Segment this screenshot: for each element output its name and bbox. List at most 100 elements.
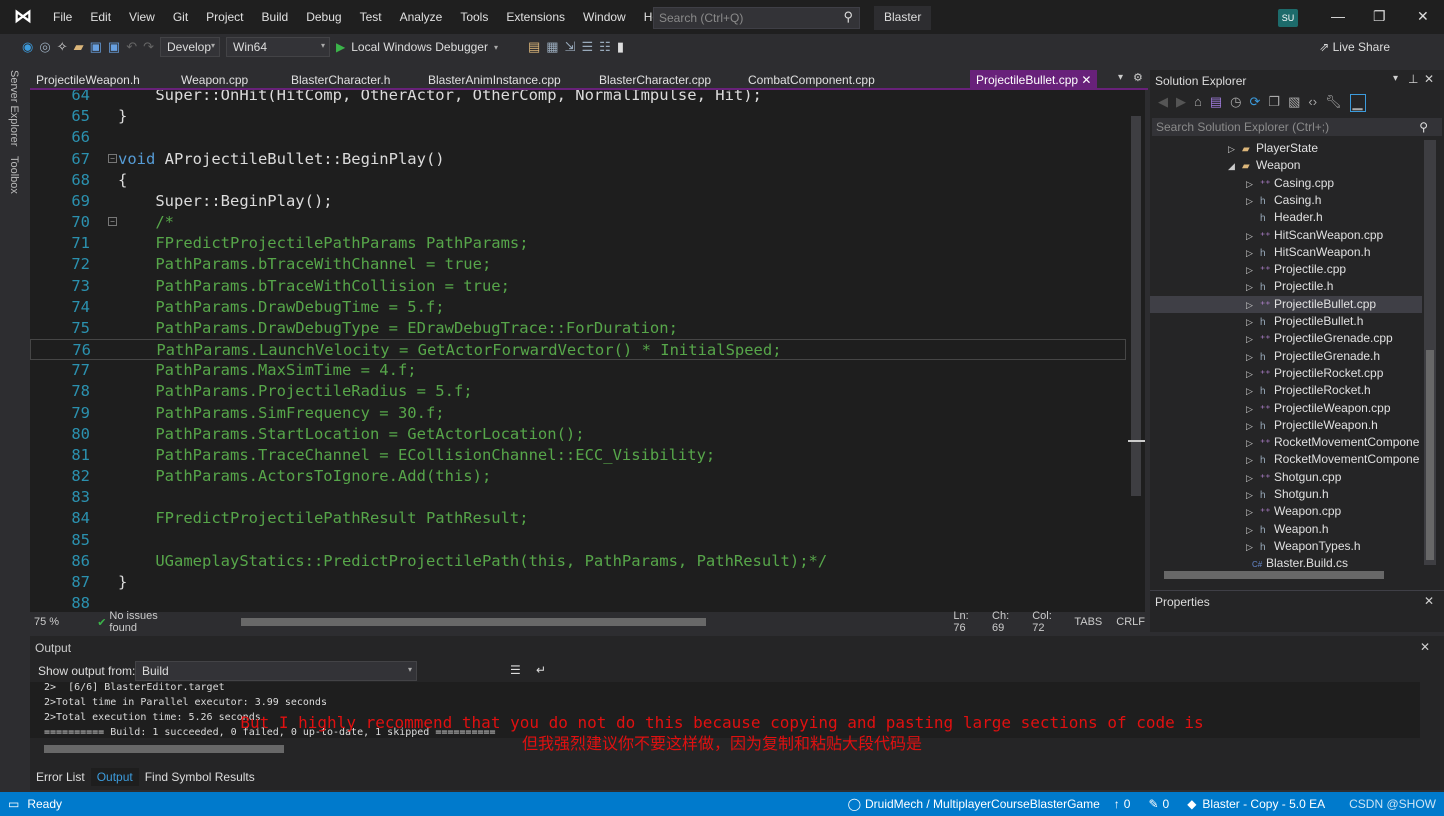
editor-horizontal-scrollbar[interactable] — [233, 617, 725, 627]
collapsed-icon[interactable]: ▷ — [1246, 452, 1260, 469]
server-explorer-tab[interactable]: Server Explorer — [8, 70, 20, 146]
tree-horizontal-scrollbar[interactable] — [1154, 570, 1420, 580]
code-line[interactable]: 66 — [30, 127, 1126, 148]
expanded-icon[interactable]: ◢ — [1228, 158, 1242, 175]
collapsed-icon[interactable]: ▷ — [1246, 349, 1260, 366]
tab-combatcomponent-cpp[interactable]: CombatComponent.cpp — [742, 70, 881, 90]
properties-wrench-icon[interactable]: 🔧︎ — [1325, 94, 1342, 112]
collapsed-icon[interactable]: ▷ — [1246, 279, 1260, 296]
code-line[interactable]: 87} — [30, 572, 1126, 593]
restore-icon[interactable]: ❐ — [1373, 8, 1386, 25]
tree-item[interactable]: ▷ ⁺⁺ Casing.cpp — [1246, 175, 1334, 192]
code-line[interactable]: 85 — [30, 530, 1126, 551]
chevron-down-icon[interactable]: ▾ — [494, 43, 498, 52]
tree-item[interactable]: ▷ h Shotgun.h — [1246, 486, 1329, 503]
code-line[interactable]: 74 PathParams.DrawDebugTime = 5.f; — [30, 297, 1126, 318]
tree-item[interactable]: ▷ ⁺⁺ Shotgun.cpp — [1246, 469, 1341, 486]
save-all-icon[interactable]: ▣ — [108, 39, 120, 55]
collapse-region-icon[interactable]: − — [108, 217, 117, 227]
code-line[interactable]: 69 Super::BeginPlay(); — [30, 191, 1126, 212]
save-icon[interactable]: ▣ — [90, 39, 102, 55]
issues-status[interactable]: No issues found — [109, 610, 173, 634]
close-icon[interactable]: ✕ — [1420, 640, 1430, 654]
pending-changes-icon[interactable]: ◷ — [1230, 94, 1241, 112]
forward-icon[interactable]: ▶ — [1176, 94, 1186, 112]
code-line[interactable]: 67 − void AProjectileBullet::BeginPlay() — [30, 149, 1126, 170]
tree-item[interactable]: ▷ h Weapon.h — [1246, 521, 1329, 538]
pin-icon[interactable]: ⊥ — [1408, 72, 1418, 86]
tab-find-symbol-results[interactable]: Find Symbol Results — [139, 768, 261, 786]
preview-icon[interactable]: ▁ — [1349, 94, 1366, 112]
code-line[interactable]: 65} — [30, 106, 1126, 127]
search-box[interactable]: Search (Ctrl+Q) ⚲ — [653, 7, 860, 29]
clear-all-icon[interactable]: ☰ — [510, 663, 521, 677]
platform-dropdown[interactable]: Win64 ▾ — [226, 37, 330, 57]
tab-projectilebullet-cpp[interactable]: ProjectileBullet.cpp ✕ — [970, 70, 1098, 90]
menu-edit[interactable]: Edit — [81, 10, 120, 24]
tree-item[interactable]: ▷ ⁺⁺ Projectile.cpp — [1246, 261, 1346, 278]
indent-mode[interactable]: TABS — [1074, 616, 1102, 628]
menu-build[interactable]: Build — [253, 10, 298, 24]
menu-git[interactable]: Git — [164, 10, 197, 24]
minimize-icon[interactable]: — — [1331, 8, 1345, 24]
code-line[interactable]: 84 FPredictProjectilePathResult PathResu… — [30, 508, 1126, 529]
collapsed-icon[interactable]: ▷ — [1246, 435, 1260, 452]
tab-output[interactable]: Output — [90, 768, 139, 786]
bookmark-icon[interactable]: ▮ — [617, 39, 624, 55]
step-icon[interactable]: ⇲ — [565, 39, 576, 55]
collapsed-icon[interactable]: ▷ — [1246, 331, 1260, 348]
tree-item[interactable]: ▷ h ProjectileBullet.h — [1246, 313, 1363, 330]
redo-icon[interactable]: ↷ — [143, 39, 154, 55]
code-line[interactable]: 86 UGameplayStatics::PredictProjectilePa… — [30, 551, 1126, 572]
code-line[interactable]: 77 PathParams.MaxSimTime = 4.f; — [30, 360, 1126, 381]
tree-item[interactable]: ▷ ⁺⁺ RocketMovementCompone — [1246, 434, 1419, 451]
close-icon[interactable]: ✕ — [1424, 594, 1434, 608]
tree-item[interactable]: ▷ ⁺⁺ ProjectileGrenade.cpp — [1246, 330, 1393, 347]
close-icon[interactable]: ✕ — [1078, 73, 1091, 87]
comment-icon[interactable]: ☰ — [582, 39, 594, 55]
branch-project[interactable]: Blaster - Copy - 5.0 EA — [1202, 797, 1325, 811]
tree-item[interactable]: ▷ h HitScanWeapon.h — [1246, 244, 1371, 261]
collapsed-icon[interactable]: ▷ — [1246, 401, 1260, 418]
changes-count[interactable]: 0 — [1163, 797, 1170, 811]
show-all-files-icon[interactable]: ▧ — [1288, 94, 1300, 112]
tree-item[interactable]: ▷ ▰ PlayerState — [1228, 140, 1318, 157]
tab-projectileweapon-h[interactable]: ProjectileWeapon.h — [30, 70, 146, 90]
menu-extensions[interactable]: Extensions — [497, 10, 574, 24]
toolbox-tab[interactable]: Toolbox — [8, 156, 20, 194]
settings-icon[interactable]: ⚙ — [1133, 71, 1143, 84]
code-line[interactable]: 82 PathParams.ActorsToIgnore.Add(this); — [30, 466, 1126, 487]
menu-test[interactable]: Test — [351, 10, 391, 24]
collapsed-icon[interactable]: ▷ — [1246, 262, 1260, 279]
tree-item[interactable]: ◢ ▰ Weapon — [1228, 157, 1300, 174]
tab-error-list[interactable]: Error List — [30, 768, 91, 786]
collapsed-icon[interactable]: ▷ — [1246, 383, 1260, 400]
code-line[interactable]: 72 PathParams.bTraceWithChannel = true; — [30, 254, 1126, 275]
tree-item[interactable]: ▷ h RocketMovementCompone — [1246, 451, 1419, 468]
collapsed-icon[interactable]: ▷ — [1246, 418, 1260, 435]
collapsed-icon[interactable]: ▷ — [1246, 504, 1260, 521]
menu-view[interactable]: View — [120, 10, 164, 24]
back-icon[interactable]: ◀ — [1158, 94, 1168, 112]
tree-item[interactable]: ▷ h Casing.h — [1246, 192, 1321, 209]
open-folder-icon[interactable]: ▰ — [74, 39, 84, 55]
browser-icon[interactable]: ▦ — [546, 39, 558, 55]
home-icon[interactable]: ⌂ — [1194, 94, 1202, 112]
code-line[interactable]: 78 PathParams.ProjectileRadius = 5.f; — [30, 381, 1126, 402]
chevron-down-icon[interactable]: ▾ — [1393, 73, 1398, 84]
tab-overflow-icon[interactable]: ▾ — [1118, 72, 1123, 83]
output-text[interactable]: 2> [6/6] BlasterEditor.target 2>Total tim… — [30, 682, 1420, 738]
code-line[interactable]: 71 FPredictProjectilePathParams PathPara… — [30, 233, 1126, 254]
close-icon[interactable]: ✕ — [1417, 8, 1429, 25]
switch-views-icon[interactable]: ▤ — [1210, 94, 1222, 112]
solution-search-input[interactable]: Search Solution Explorer (Ctrl+;) ⚲ — [1152, 118, 1442, 136]
collapsed-icon[interactable]: ▷ — [1246, 245, 1260, 262]
repository-name[interactable]: DruidMech / MultiplayerCourseBlasterGame — [865, 797, 1100, 811]
tree-item[interactable]: ▷ h WeaponTypes.h — [1246, 538, 1361, 555]
collapsed-icon[interactable]: ▷ — [1246, 539, 1260, 556]
tab-blastercharacter-cpp[interactable]: BlasterCharacter.cpp — [593, 70, 717, 90]
forward-icon[interactable]: ◎ — [39, 39, 50, 55]
back-icon[interactable]: ◉ — [22, 39, 33, 55]
code-line[interactable]: 76 PathParams.LaunchVelocity = GetActorF… — [30, 339, 1126, 361]
collapse-all-icon[interactable]: ❐ — [1268, 94, 1280, 112]
